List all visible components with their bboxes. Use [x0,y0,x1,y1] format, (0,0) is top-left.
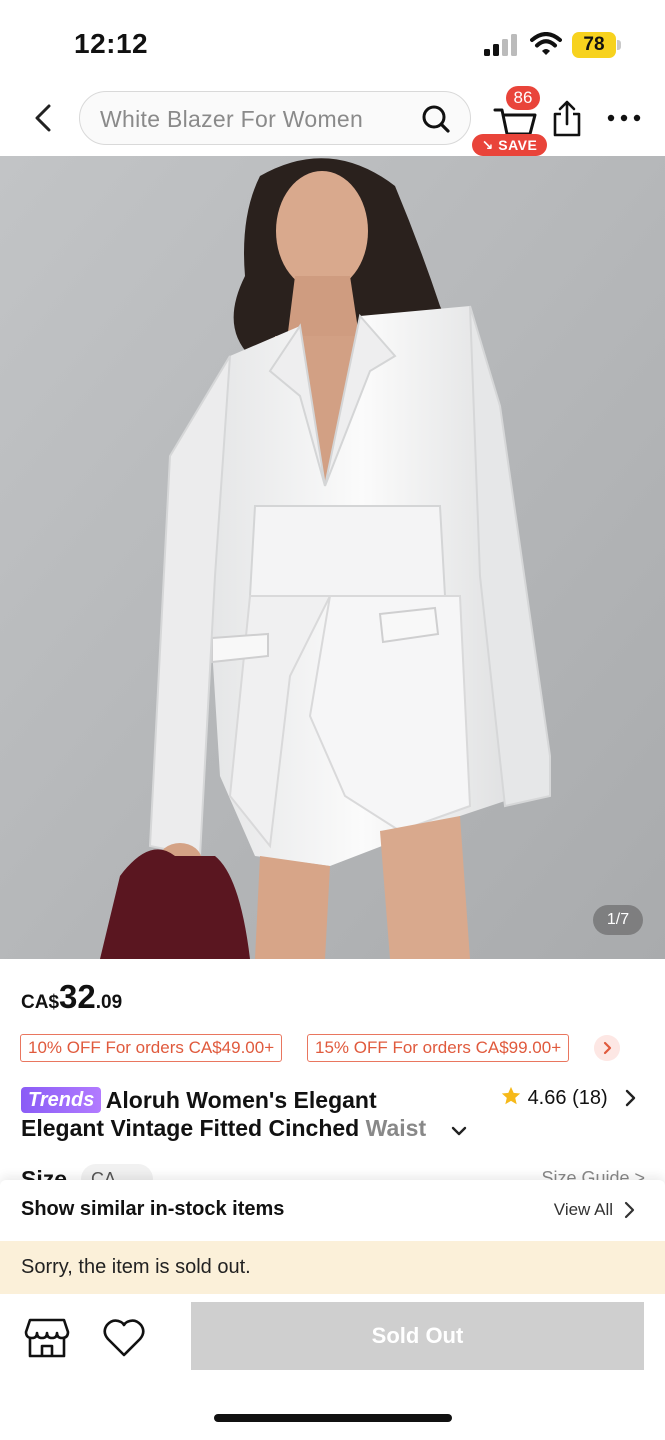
price: CA$32.09 [21,978,122,1018]
chevron-down-icon[interactable] [450,1122,468,1140]
store-icon[interactable] [24,1316,70,1360]
star-icon [501,1086,521,1105]
title-text: Elegant Vintage Fitted Cinched [21,1115,366,1141]
status-bar: 12:12 78 [0,0,665,80]
coupon-tag[interactable]: 15% OFF For orders CA$99.00+ [307,1034,570,1062]
search-icon[interactable] [420,103,452,135]
sold-out-notice: Sorry, the item is sold out. [0,1241,665,1294]
sold-out-message: Sorry, the item is sold out. [21,1256,251,1278]
price-integer: 32 [59,978,96,1015]
coupon-tag[interactable]: 10% OFF For orders CA$49.00+ [20,1034,283,1062]
share-icon[interactable] [550,98,584,138]
cart-count-badge: 86 [506,86,540,110]
rating-value: 4.66 [527,1087,567,1109]
image-counter: 1/7 [593,905,643,935]
price-currency: CA$ [21,992,60,1013]
product-photo [0,156,665,959]
more-options-icon[interactable] [604,108,644,128]
heart-icon[interactable] [102,1317,146,1359]
title-faded-text: Waist [365,1115,427,1141]
price-decimal: .09 [95,992,123,1013]
product-title-line2[interactable]: Elegant Vintage Fitted Cinched Waist [21,1114,451,1144]
product-title-line1: Aloruh Women's Elegant [105,1087,377,1113]
save-label: SAVE [498,137,538,153]
chevron-right-icon[interactable] [594,1035,620,1061]
search-bar[interactable]: White Blazer For Women [79,91,471,145]
top-navigation: White Blazer For Women 86 ↘ SAVE [0,82,665,156]
save-badge[interactable]: ↘ SAVE [472,134,547,156]
sold-out-button[interactable]: Sold Out [191,1302,644,1370]
home-indicator [214,1414,452,1422]
trend-down-icon: ↘ [481,137,499,153]
product-title[interactable]: Trends Aloruh Women's Elegant [21,1086,491,1115]
back-arrow-icon[interactable] [24,98,64,138]
rating-count: (18) [572,1087,608,1109]
wifi-icon [530,32,562,55]
search-placeholder: White Blazer For Women [100,106,364,132]
product-image-carousel[interactable]: 1/7 [0,156,665,959]
battery-icon: 78 [572,32,622,58]
trends-badge: Trends [21,1087,102,1113]
battery-level: 78 [583,34,605,55]
chevron-right-icon[interactable] [622,1199,638,1221]
chevron-right-icon[interactable] [622,1087,640,1109]
cellular-signal-icon [484,34,517,56]
status-time: 12:12 [74,28,149,59]
sold-out-sheet: Show similar in-stock items View All Sor… [0,1180,665,1440]
rating[interactable]: 4.66 (18) [500,1085,608,1111]
similar-items-title: Show similar in-stock items [21,1198,285,1220]
view-all-link[interactable]: View All [554,1200,613,1220]
product-page: 12:12 78 White Blazer For Women 86 ↘ SAV… [0,0,665,1440]
